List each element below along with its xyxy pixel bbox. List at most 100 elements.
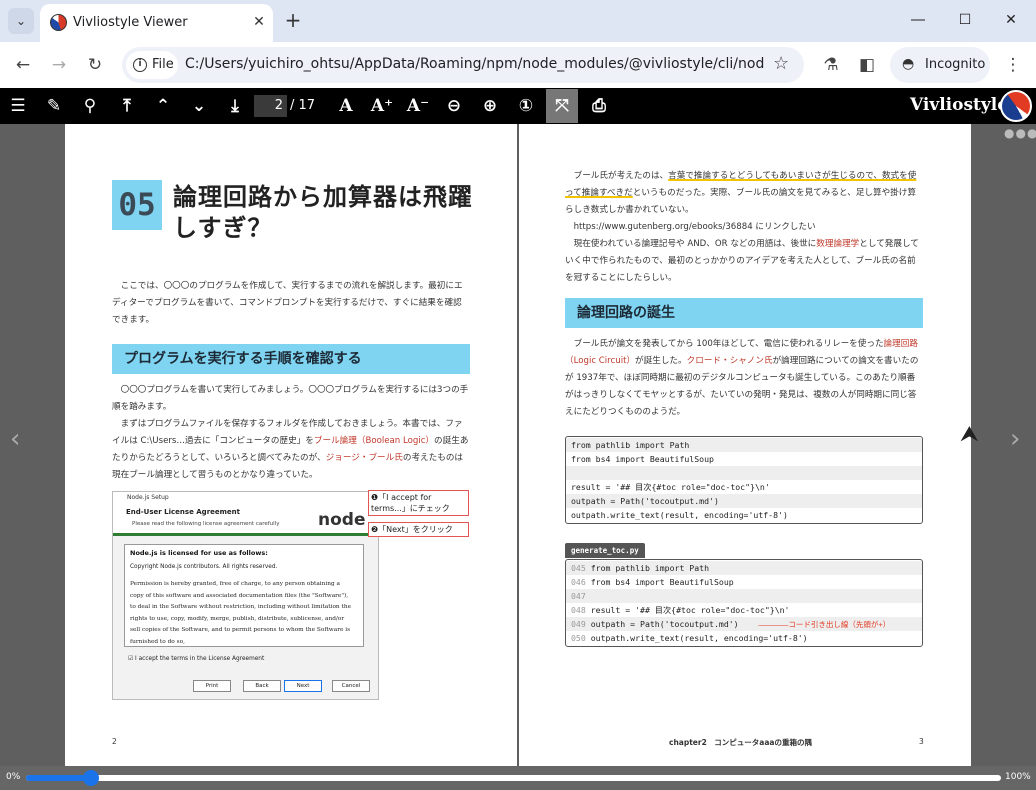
vivliostyle-logo-icon	[1000, 90, 1032, 122]
shot-next-button: Next	[284, 680, 322, 692]
star-icon[interactable]: ☆	[773, 53, 789, 74]
line-number: 047	[571, 591, 586, 601]
reload-icon[interactable]: ↻	[82, 52, 108, 78]
toc-icon[interactable]: ☰	[4, 93, 32, 119]
page-slider[interactable]	[26, 770, 1001, 786]
page-number-input[interactable]: 2	[254, 95, 287, 117]
right-paragraph-1: ブール氏が考えたのは、言葉で推論するとどうしてもあいまいさが生じるので、数式を使…	[565, 168, 923, 219]
setup-screenshot: Node.js Setup End-User License Agreement…	[112, 491, 379, 700]
url-text[interactable]: C:/Users/yuichiro_ohtsu/AppData/Roaming/…	[185, 56, 765, 72]
right-paragraph-2: 現在使われている論理記号や AND、OR などの用語は、後世に数理論理学として発…	[565, 236, 923, 287]
last-page-icon[interactable]: ⤓	[221, 93, 249, 119]
line-code: outpath.write_text(result, encoding='utf…	[585, 633, 808, 643]
keyword-claude-shannon: クロード・シャノン氏	[686, 356, 773, 366]
right-p2-text-a: 現在使われている論理記号や AND、OR などの用語は、後世に	[573, 239, 817, 249]
slider-max-label: 100%	[1005, 772, 1031, 782]
code-line-numbered: 047	[566, 589, 922, 603]
code-line-numbered: 050 outpath.write_text(result, encoding=…	[566, 631, 922, 645]
slider-thumb[interactable]	[83, 770, 100, 786]
code-annotation: ――――コード引き出し線（先頭が+）	[758, 620, 891, 629]
shot-license-title: Node.js is licensed for use as follows:	[130, 549, 268, 557]
line-number: 049	[571, 619, 586, 629]
code-filename-tab: generate_toc.py	[565, 543, 645, 558]
next-page-icon[interactable]: ⌄	[185, 93, 213, 119]
maximize-icon[interactable]: ☐	[953, 8, 977, 32]
shot-header: End-User License Agreement Please read t…	[113, 504, 379, 536]
kebab-menu-icon[interactable]: ⋮	[1000, 52, 1026, 78]
running-head: chapter2 コンピュータaaaの重箱の隅	[669, 738, 812, 747]
zoom-out-icon[interactable]: ⊖	[440, 93, 468, 119]
shot-print-button: Print	[193, 680, 231, 692]
prev-page-arrow-icon[interactable]: ‹	[10, 424, 20, 454]
fit-page-icon[interactable]: ⤧	[546, 89, 578, 123]
tab-vivliostyle-viewer[interactable]: Vivliostyle Viewer ✕	[40, 4, 273, 42]
line-number: 050	[571, 633, 586, 643]
zoom-in-icon[interactable]: ⊕	[476, 93, 504, 119]
window-close-icon[interactable]: ✕	[999, 8, 1023, 32]
browser-nav-bar: ← → ↻ i File C:/Users/yuichiro_ohtsu/App…	[0, 42, 1036, 88]
code-line-numbered: 046 from bs4 import BeautifulSoup	[566, 575, 922, 589]
next-page-arrow-icon[interactable]: ›	[1010, 424, 1020, 454]
more-icon[interactable]: ●●●	[1004, 126, 1036, 140]
site-info-chip[interactable]: i File	[126, 51, 178, 79]
keyword-george-boole: ジョージ・ブール氏	[325, 453, 403, 463]
section-heading: プログラムを実行する手順を確認する	[112, 344, 470, 374]
line-code: from pathlib import Path	[585, 563, 710, 573]
chapter-number: 05	[112, 180, 162, 230]
mouse-cursor-icon: ⮝	[960, 422, 979, 447]
vivliostyle-brand: Vivliostyle	[910, 95, 1009, 115]
keyword-boolean-logic: ブール論理（Boolean Logic）	[313, 436, 435, 446]
code-line-numbered: 048 result = '## 目次{#toc role="doc-toc"}…	[566, 603, 922, 617]
keyword-mathematical-logic: 数理論理学	[816, 239, 860, 249]
code-line: result = '## 目次{#toc role="doc-toc"}\n'	[571, 482, 770, 492]
shot-copyright: Copyright Node.js contributors. All righ…	[130, 564, 278, 570]
code-line-numbered: 049 outpath = Path('tocoutput.md') ――――コ…	[566, 617, 922, 631]
shot-header-title: End-User License Agreement	[126, 508, 241, 516]
line-code: result = '## 目次{#toc role="doc-toc"}\n'	[585, 605, 790, 615]
incognito-badge[interactable]: ◓ Incognito	[890, 47, 990, 83]
shot-license-box: Node.js is licensed for use as follows: …	[124, 544, 364, 647]
font-size-up-icon[interactable]: A⁺	[368, 93, 396, 119]
shot-accept-checkbox: ☑ I accept the terms in the License Agre…	[128, 656, 265, 662]
shot-header-subtitle: Please read the following license agreem…	[132, 521, 280, 527]
tab-search-icon[interactable]: ⌄	[8, 8, 34, 34]
vivliostyle-favicon-icon	[50, 14, 67, 31]
code-line: from bs4 import BeautifulSoup	[571, 454, 714, 464]
forward-icon[interactable]: →	[46, 52, 72, 78]
zoom-actual-icon[interactable]: ①	[512, 93, 540, 119]
marker-icon[interactable]: ✎	[40, 93, 68, 119]
intro-paragraph: ここでは、〇〇〇のプログラムを作成して、実行するまでの流れを解説します。最初にエ…	[112, 281, 463, 325]
address-bar[interactable]: i File C:/Users/yuichiro_ohtsu/AppData/R…	[122, 47, 804, 83]
left-page: 05 論理回路から加算器は飛躍しすぎ？ ここでは、〇〇〇のプログラムを作成して、…	[65, 124, 517, 766]
right-paragraph-3: ブール氏が論文を発表してから 100年ほどして、電信に使われるリレーを使った論理…	[565, 336, 923, 421]
callout-next: ❷「Next」をクリック	[368, 522, 469, 537]
font-size-down-icon[interactable]: A⁻	[404, 93, 432, 119]
prev-page-icon[interactable]: ⌃	[149, 93, 177, 119]
slider-min-label: 0%	[6, 772, 21, 782]
line-code: outpath = Path('tocoutput.md')	[585, 619, 739, 629]
search-icon[interactable]: ⚲	[76, 93, 104, 119]
plus-icon[interactable]: +	[282, 10, 304, 32]
code-line: outpath = Path('tocoutput.md')	[566, 494, 922, 508]
shot-cancel-button: Cancel	[332, 680, 370, 692]
first-page-icon[interactable]: ⤒	[113, 93, 141, 119]
line-number: 048	[571, 605, 586, 615]
page-number-right: 3	[919, 737, 924, 746]
print-icon[interactable]: ⎙	[585, 93, 613, 119]
page-total: / 17	[290, 98, 316, 113]
code-line-numbered: 045 from pathlib import Path	[566, 561, 922, 575]
callout-accept: ❶「I accept for terms...」にチェック	[368, 490, 469, 516]
back-icon[interactable]: ←	[10, 52, 36, 78]
labs-icon[interactable]: ⚗	[818, 52, 844, 78]
shot-accept-label: I accept the terms in the License Agreem…	[135, 656, 265, 662]
font-size-default-icon[interactable]: A	[332, 93, 360, 119]
page-number-left: 2	[112, 737, 117, 746]
minimize-icon[interactable]: ―	[906, 8, 930, 32]
node-logo: node	[318, 510, 366, 530]
code-block-1: from pathlib import Path from bs4 import…	[565, 436, 923, 524]
side-panel-icon[interactable]: ◧	[854, 52, 880, 78]
right-p1-text-a: ブール氏が考えたのは、	[573, 171, 669, 181]
right-p3-text-a: ブール氏が論文を発表してから 100年ほどして、電信に使われるリレーを使った	[573, 339, 884, 349]
paragraph-2: まずはプログラムファイルを保存するフォルダを作成しておきましょう。本書では、ファ…	[112, 416, 470, 484]
close-icon[interactable]: ✕	[249, 12, 269, 32]
